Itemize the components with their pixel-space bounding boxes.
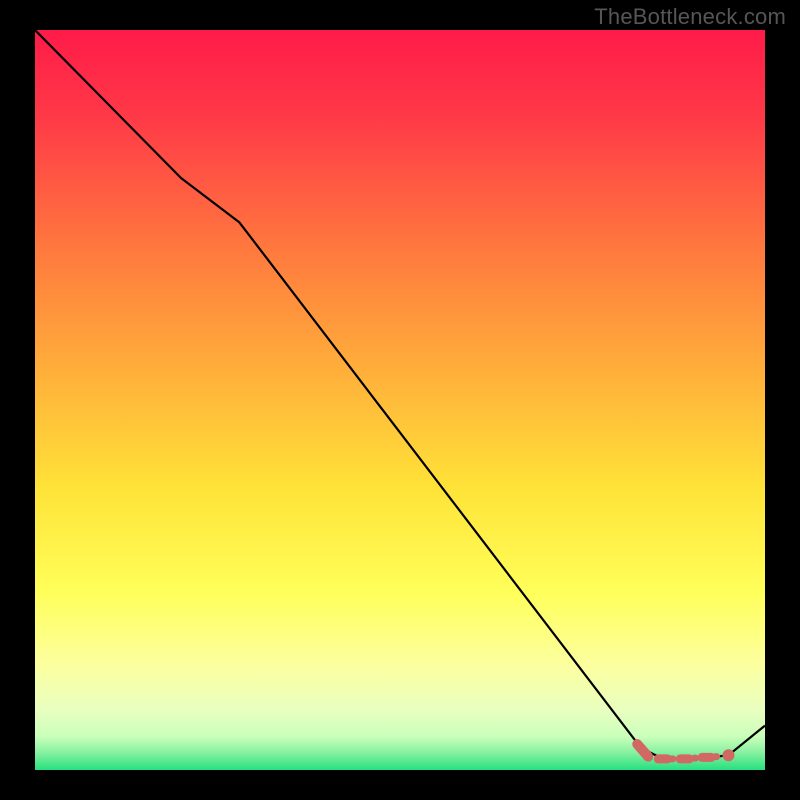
marker-small-1: [691, 755, 699, 762]
marker-range-end: [723, 749, 735, 761]
chart-frame: TheBottleneck.com: [0, 0, 800, 800]
marker-small-2: [712, 753, 720, 760]
plot-area: [35, 30, 765, 770]
watermark-text: TheBottleneck.com: [594, 4, 786, 30]
chart-svg: [35, 30, 765, 770]
marker-small-0: [668, 755, 676, 762]
